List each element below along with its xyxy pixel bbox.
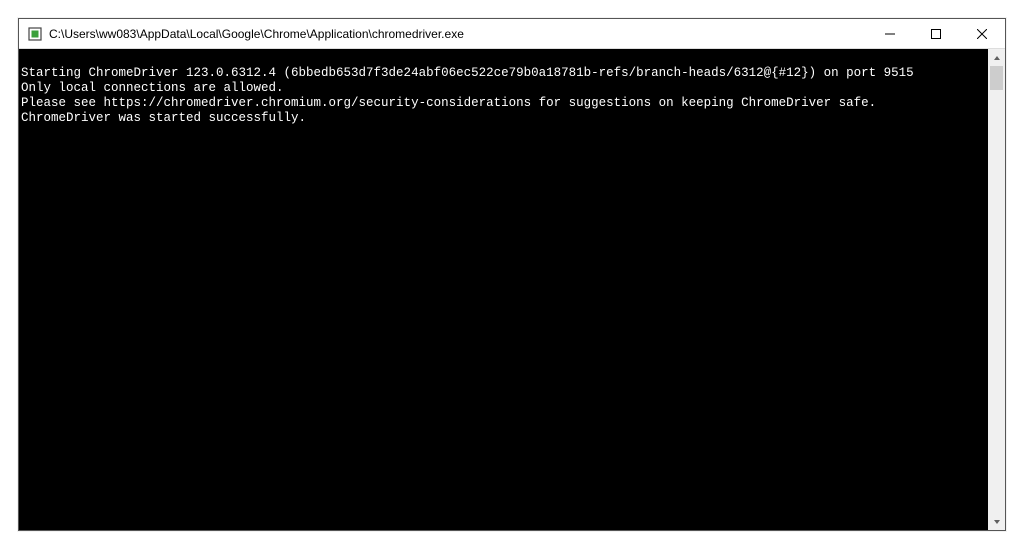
close-icon (977, 29, 987, 39)
console-line: ChromeDriver was started successfully. (21, 111, 306, 125)
scrollbar-thumb[interactable] (990, 66, 1003, 90)
scroll-down-button[interactable] (988, 513, 1005, 530)
vertical-scrollbar[interactable] (988, 49, 1005, 530)
app-window: C:\Users\ww083\AppData\Local\Google\Chro… (18, 18, 1006, 531)
close-button[interactable] (959, 19, 1005, 48)
maximize-button[interactable] (913, 19, 959, 48)
chevron-down-icon (993, 518, 1001, 526)
maximize-icon (931, 29, 941, 39)
chevron-up-icon (993, 54, 1001, 62)
console-line: Please see https://chromedriver.chromium… (21, 96, 876, 110)
console-area: Starting ChromeDriver 123.0.6312.4 (6bbe… (19, 49, 1005, 530)
titlebar[interactable]: C:\Users\ww083\AppData\Local\Google\Chro… (19, 19, 1005, 49)
minimize-icon (885, 29, 895, 39)
minimize-button[interactable] (867, 19, 913, 48)
scroll-up-button[interactable] (988, 49, 1005, 66)
window-title: C:\Users\ww083\AppData\Local\Google\Chro… (49, 27, 867, 41)
console-output[interactable]: Starting ChromeDriver 123.0.6312.4 (6bbe… (19, 49, 988, 530)
scrollbar-track[interactable] (988, 66, 1005, 513)
console-line: Only local connections are allowed. (21, 81, 284, 95)
window-controls (867, 19, 1005, 48)
app-icon (27, 26, 43, 42)
console-line: Starting ChromeDriver 123.0.6312.4 (6bbe… (21, 66, 914, 80)
